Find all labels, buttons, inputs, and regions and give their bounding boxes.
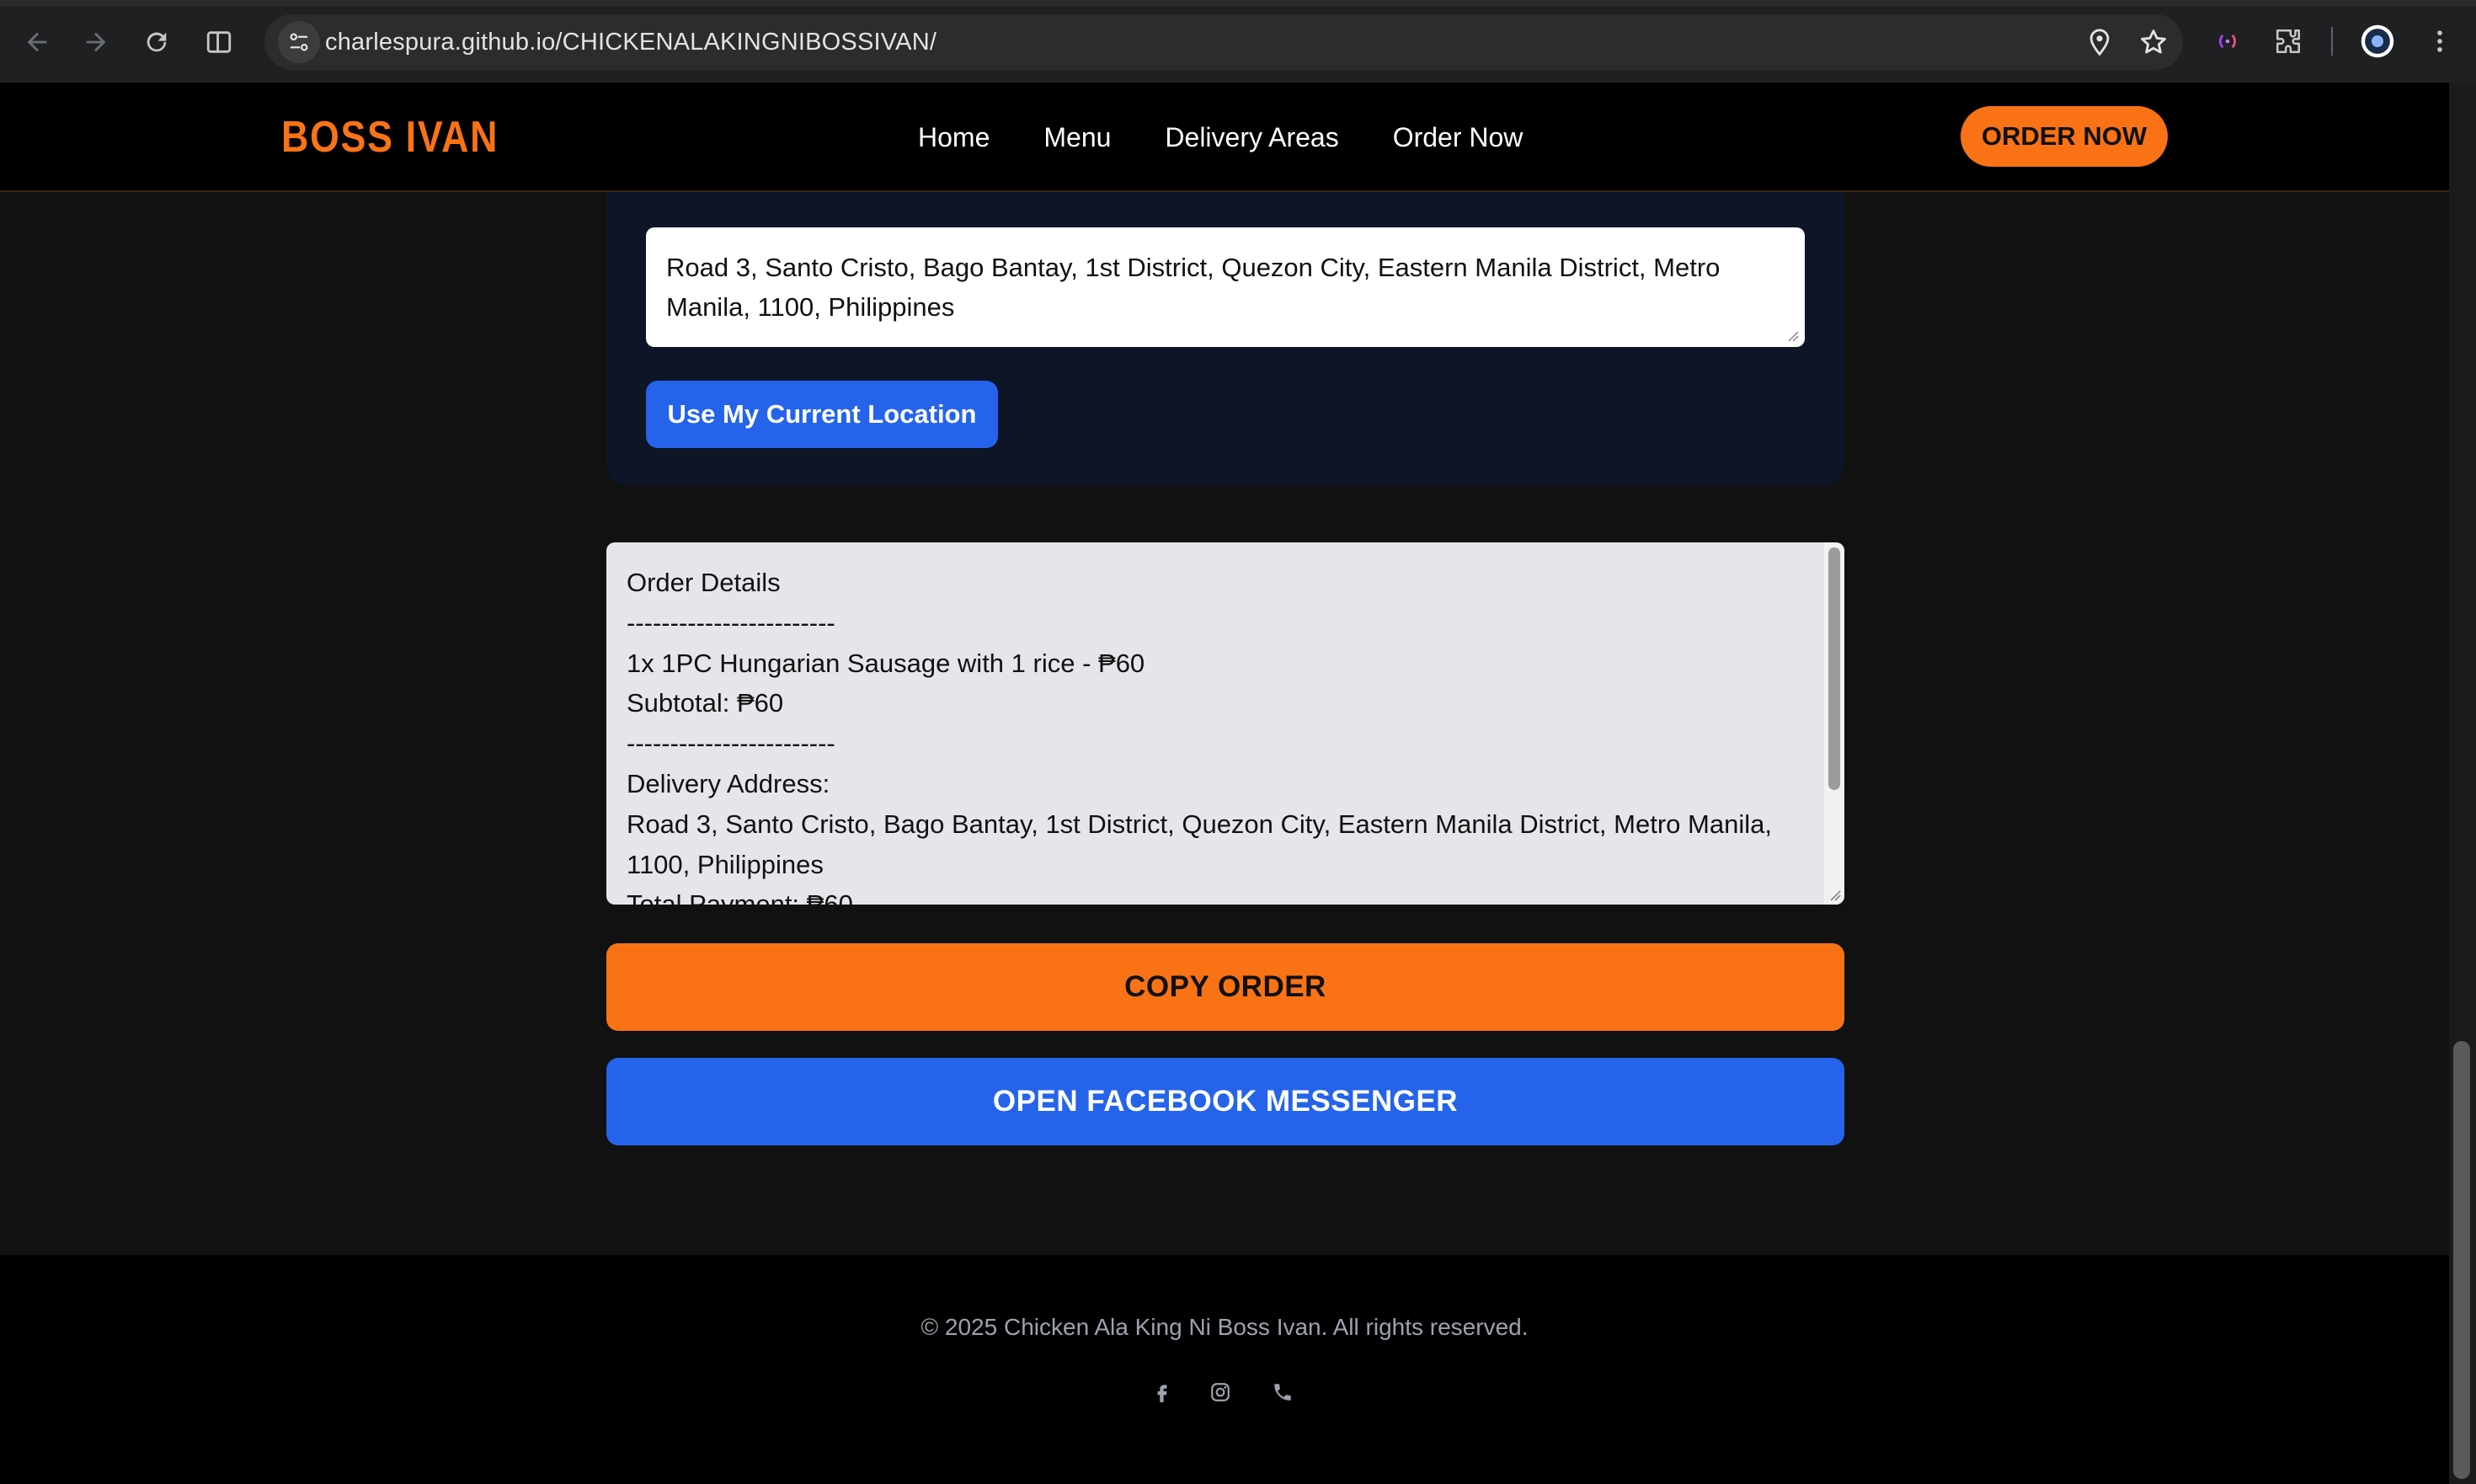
menu-dots-icon[interactable]: [2419, 20, 2461, 62]
copy-order-button[interactable]: COPY ORDER: [606, 943, 1844, 1031]
nav-delivery-areas[interactable]: Delivery Areas: [1165, 111, 1338, 163]
nav-home[interactable]: Home: [918, 111, 990, 163]
delivery-address-input[interactable]: Road 3, Santo Cristo, Bago Bantay, 1st D…: [646, 227, 1805, 347]
facebook-icon[interactable]: [1148, 1378, 1177, 1407]
nav-order-now[interactable]: Order Now: [1393, 111, 1523, 163]
extensions-icon[interactable]: [2267, 20, 2309, 62]
ai-icon[interactable]: [2207, 20, 2249, 62]
page-scrollbar-thumb[interactable]: [2453, 1041, 2470, 1479]
back-arrow-icon[interactable]: [15, 20, 59, 64]
reload-icon[interactable]: [135, 20, 179, 64]
copyright-text: © 2025 Chicken Ala King Ni Boss Ivan. Al…: [920, 1314, 1529, 1340]
resize-grip-icon[interactable]: [1829, 889, 1841, 901]
site-footer: © 2025 Chicken Ala King Ni Boss Ivan. Al…: [0, 1255, 2449, 1484]
nav-menu[interactable]: Menu: [1043, 111, 1111, 163]
open-messenger-button[interactable]: OPEN FACEBOOK MESSENGER: [606, 1058, 1844, 1145]
toolbar-divider: [2331, 27, 2333, 56]
address-bar[interactable]: charlespura.github.io/CHICKENALAKINGNIBO…: [264, 14, 2183, 70]
order-line: Total Payment: ₱60: [627, 889, 853, 905]
order-line: ------------------------: [627, 607, 835, 638]
order-line: Road 3, Santo Cristo, Bago Bantay, 1st D…: [627, 809, 1772, 879]
main-nav: Home Menu Delivery Areas Order Now: [918, 111, 1577, 163]
split-view-icon[interactable]: [197, 20, 241, 64]
order-line: Subtotal: ₱60: [627, 688, 784, 718]
browser-toolbar: charlespura.github.io/CHICKENALAKINGNIBO…: [0, 0, 2476, 83]
use-current-location-button[interactable]: Use My Current Location: [646, 381, 998, 448]
location-icon[interactable]: [2084, 26, 2116, 58]
phone-icon[interactable]: [1268, 1378, 1297, 1407]
header-order-now-button[interactable]: ORDER NOW: [1961, 106, 2168, 167]
order-line: 1x 1PC Hungarian Sausage with 1 rice - ₱…: [627, 648, 1145, 678]
bookmark-star-icon[interactable]: [2137, 26, 2169, 58]
instagram-icon[interactable]: [1206, 1378, 1235, 1407]
forward-arrow-icon[interactable]: [74, 20, 118, 64]
order-details-textarea[interactable]: Order Details ------------------------ 1…: [606, 542, 1844, 905]
page-viewport: Road 3, Santo Cristo, Bago Bantay, 1st D…: [0, 83, 2476, 1484]
profile-icon[interactable]: [2356, 20, 2399, 62]
url-text: charlespura.github.io/CHICKENALAKINGNIBO…: [325, 29, 937, 56]
order-line: Order Details: [627, 568, 781, 597]
resize-grip-icon[interactable]: [1787, 330, 1799, 342]
order-line: Delivery Address:: [627, 768, 830, 798]
site-header: BOSS IVAN Home Menu Delivery Areas Order…: [0, 83, 2449, 192]
site-info-icon[interactable]: [278, 21, 320, 63]
order-line: ------------------------: [627, 729, 835, 759]
order-scrollbar-thumb[interactable]: [1828, 547, 1840, 790]
order-details-text: Order Details ------------------------ 1…: [627, 563, 1797, 905]
brand-logo[interactable]: BOSS IVAN: [281, 108, 499, 167]
order-scrollbar[interactable]: [1822, 542, 1844, 905]
